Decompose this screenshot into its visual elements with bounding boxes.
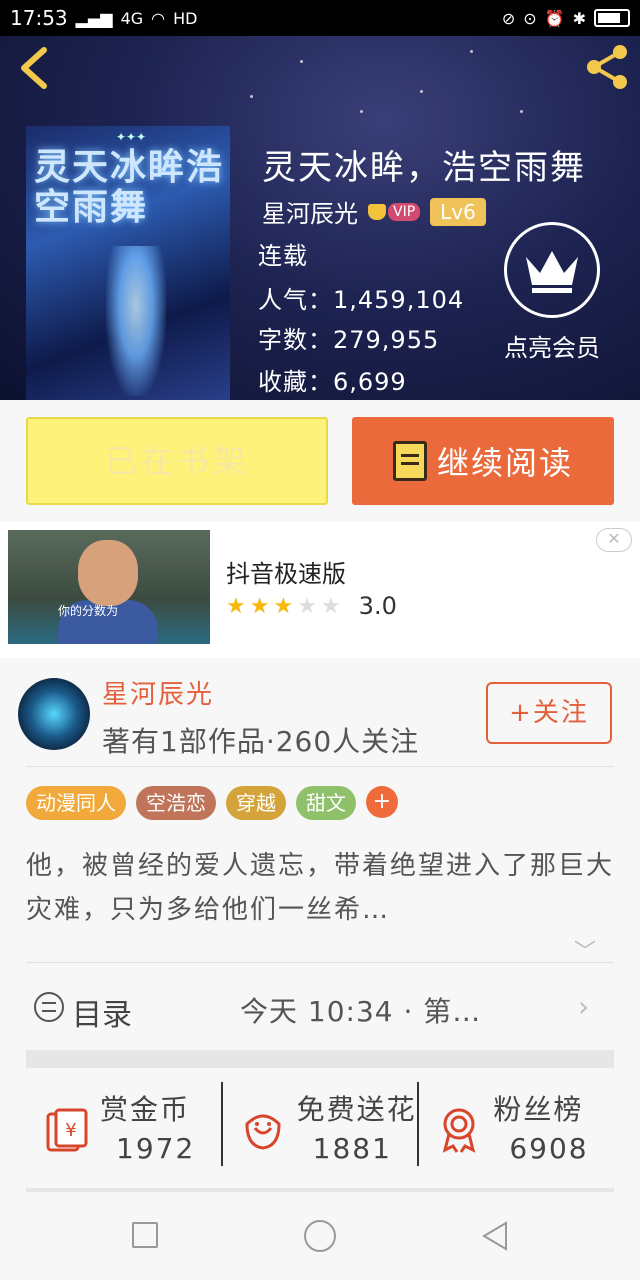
star-empty-icon: ★ xyxy=(297,593,317,619)
triangle-back-icon xyxy=(482,1221,507,1251)
divider xyxy=(26,962,614,963)
clock: 17:53 xyxy=(10,6,68,30)
vip-label: VIP xyxy=(388,202,421,221)
star-empty-icon: ★ xyxy=(320,593,341,619)
star-icon: ★ xyxy=(249,593,270,619)
network-type: 4G xyxy=(120,8,144,28)
alarm-icon: ⏰ xyxy=(544,8,565,28)
reward-flower[interactable]: 免费送花 1881 xyxy=(220,1082,418,1166)
tag-item[interactable]: 动漫同人 xyxy=(26,786,126,820)
system-nav-bar xyxy=(0,1192,640,1280)
ad-title: 抖音极速版 xyxy=(226,560,346,588)
star-icon: ★ xyxy=(273,593,294,619)
medal-icon xyxy=(443,1108,476,1153)
reward-label: 赏金币 xyxy=(100,1093,191,1126)
tag-item[interactable]: 空浩恋 xyxy=(136,786,216,820)
bluetooth-icon: ✱ xyxy=(572,8,586,28)
latest-update: 今天 10:34 · 第… xyxy=(240,995,482,1028)
catalog-label: 目录 xyxy=(72,998,132,1033)
member-label: 点亮会员 xyxy=(504,334,600,362)
recent-apps-button[interactable] xyxy=(132,1222,158,1248)
book-icon xyxy=(392,441,427,481)
section-divider xyxy=(26,1050,614,1068)
ad-rating-score: 3.0 xyxy=(358,592,397,620)
hd-label: HD xyxy=(173,8,198,28)
cover-subtitle: ✦✦✦ xyxy=(116,130,147,144)
reward-label: 免费送花 xyxy=(296,1093,417,1126)
status-bar: 17:53 ▂▄▆ 4G ◠ HD ⊘ ⊙ ⏰ ✱ xyxy=(0,0,640,36)
author-row: 星河辰光 VIP Lv6 xyxy=(262,194,486,229)
red-envelope-icon: ¥ xyxy=(46,1108,88,1152)
book-title: 灵天冰眸，浩空雨舞 xyxy=(262,148,586,188)
vip-badge: VIP xyxy=(368,202,421,221)
tag-item[interactable]: 穿越 xyxy=(226,786,286,820)
home-button[interactable] xyxy=(304,1220,336,1252)
reward-coins[interactable]: ¥ 赏金币 1972 xyxy=(26,1082,221,1166)
lock-rotation-icon: ⊙ xyxy=(523,8,537,28)
reward-fans[interactable]: 粉丝榜 6908 xyxy=(417,1082,614,1166)
tag-item[interactable]: 甜文 xyxy=(296,786,356,820)
author-avatar[interactable] xyxy=(18,678,90,750)
reward-label: 粉丝榜 xyxy=(493,1093,584,1126)
ad-banner[interactable]: 你的分数为 抖音极速版 ★ ★ ★ ★ ★ 3.0 ✕ xyxy=(0,522,640,658)
author-section: 星河辰光 著有1部作品·260人关注 +关注 动漫同人 空浩恋 穿越 甜文 + … xyxy=(0,660,640,1192)
catalog-row[interactable]: 目录 今天 10:34 · 第… › xyxy=(26,976,614,1044)
wifi-icon: ◠ xyxy=(151,8,166,28)
favorites: 收藏：6,699 xyxy=(258,368,407,396)
crown-icon xyxy=(368,203,386,220)
word-count: 字数：279,955 xyxy=(258,326,440,354)
member-circle xyxy=(504,222,600,318)
popularity: 人气：1,459,104 xyxy=(258,286,465,314)
serial-status: 连载 xyxy=(258,242,308,270)
action-buttons: 已在书架 继续阅读 xyxy=(0,400,640,520)
chevron-right-icon: › xyxy=(578,990,590,1023)
signal-icon: ▂▄▆ xyxy=(75,8,113,28)
ad-thumb-caption: 你的分数为 xyxy=(58,604,119,618)
add-tag-button[interactable]: + xyxy=(366,786,398,818)
crown-icon xyxy=(526,251,578,293)
svg-text:¥: ¥ xyxy=(65,1120,76,1141)
continue-reading-label: 继续阅读 xyxy=(436,444,573,482)
flower-icon xyxy=(245,1114,281,1150)
book-header: ✦✦✦ 灵天冰眸浩空雨舞 灵天冰眸，浩空雨舞 星河辰光 VIP Lv6 连载 人… xyxy=(0,0,640,400)
level-badge: Lv6 xyxy=(430,197,486,226)
back-arrow-icon xyxy=(21,47,47,89)
tag-list: 动漫同人 空浩恋 穿越 甜文 + xyxy=(26,786,398,820)
reward-value: 1881 xyxy=(312,1132,392,1165)
rewards-row: ¥ 赏金币 1972 免费送花 1881 粉丝榜 6908 xyxy=(26,1082,614,1182)
cover-title: 灵天冰眸浩空雨舞 xyxy=(34,147,225,228)
on-shelf-button[interactable]: 已在书架 xyxy=(26,417,328,505)
star-icon: ★ xyxy=(226,593,246,619)
back-button[interactable] xyxy=(18,46,54,90)
author-name[interactable]: 星河辰光 xyxy=(262,194,358,229)
divider xyxy=(26,766,614,767)
follow-button[interactable]: +关注 xyxy=(486,682,612,744)
author-section-name[interactable]: 星河辰光 xyxy=(102,674,214,711)
mute-icon: ⊘ xyxy=(501,8,516,28)
cover-figure xyxy=(106,246,166,396)
continue-reading-button[interactable]: 继续阅读 xyxy=(352,417,614,505)
reward-value: 1972 xyxy=(116,1132,196,1165)
author-stats: 著有1部作品·260人关注 xyxy=(102,725,420,758)
member-button[interactable]: 点亮会员 xyxy=(492,218,612,368)
share-button[interactable] xyxy=(582,42,632,92)
catalog-icon xyxy=(34,992,64,1022)
battery-icon xyxy=(594,9,630,27)
close-icon: ✕ xyxy=(607,529,621,548)
system-back-button[interactable] xyxy=(480,1220,510,1256)
share-icon xyxy=(587,45,627,89)
reward-value: 6908 xyxy=(509,1132,589,1165)
ad-thumbnail[interactable]: 你的分数为 xyxy=(8,530,210,644)
ad-rating: ★ ★ ★ ★ ★ 3.0 xyxy=(226,592,397,620)
book-cover[interactable]: ✦✦✦ 灵天冰眸浩空雨舞 xyxy=(26,126,230,400)
synopsis[interactable]: 他，被曾经的爱人遗忘，带着绝望进入了那巨大灾难，只为多给他们一丝希… xyxy=(26,844,614,932)
ad-person-face xyxy=(78,540,138,606)
ad-close-button[interactable]: ✕ xyxy=(596,528,632,552)
